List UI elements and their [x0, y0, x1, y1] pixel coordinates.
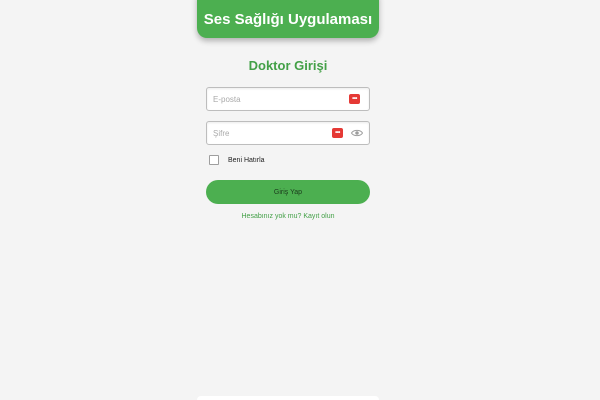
remember-me-label: Beni Hatırla	[228, 156, 265, 164]
app-title: Ses Sağlığı Uygulaması	[203, 10, 373, 28]
email-field[interactable]: •••	[206, 87, 370, 111]
bottom-card	[197, 396, 379, 400]
email-input[interactable]	[213, 88, 333, 110]
remember-me[interactable]: Beni Hatırla	[209, 155, 265, 165]
eye-icon[interactable]	[351, 127, 363, 139]
form-title: Doktor Girişi	[248, 58, 328, 73]
password-input[interactable]	[213, 122, 333, 144]
remember-me-checkbox[interactable]	[209, 155, 219, 165]
password-manager-icon[interactable]: •••	[349, 94, 360, 104]
password-manager-icon[interactable]: •••	[332, 128, 343, 138]
login-button[interactable]: Giriş Yap	[206, 180, 370, 204]
signup-link[interactable]: Hesabınız yok mu? Kayıt olun	[206, 213, 370, 220]
app-header: Ses Sağlığı Uygulaması	[197, 0, 379, 38]
password-field[interactable]: •••	[206, 121, 370, 145]
login-page: Ses Sağlığı Uygulaması Doktor Girişi •••…	[0, 0, 600, 400]
